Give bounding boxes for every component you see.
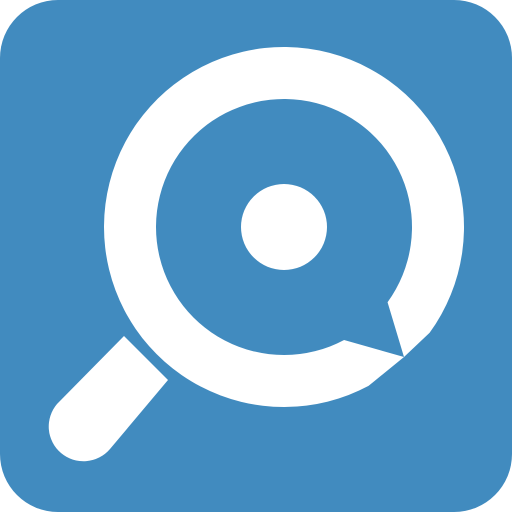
app-icon	[0, 0, 512, 512]
center-dot	[241, 184, 327, 270]
search-chat-icon	[0, 0, 512, 512]
